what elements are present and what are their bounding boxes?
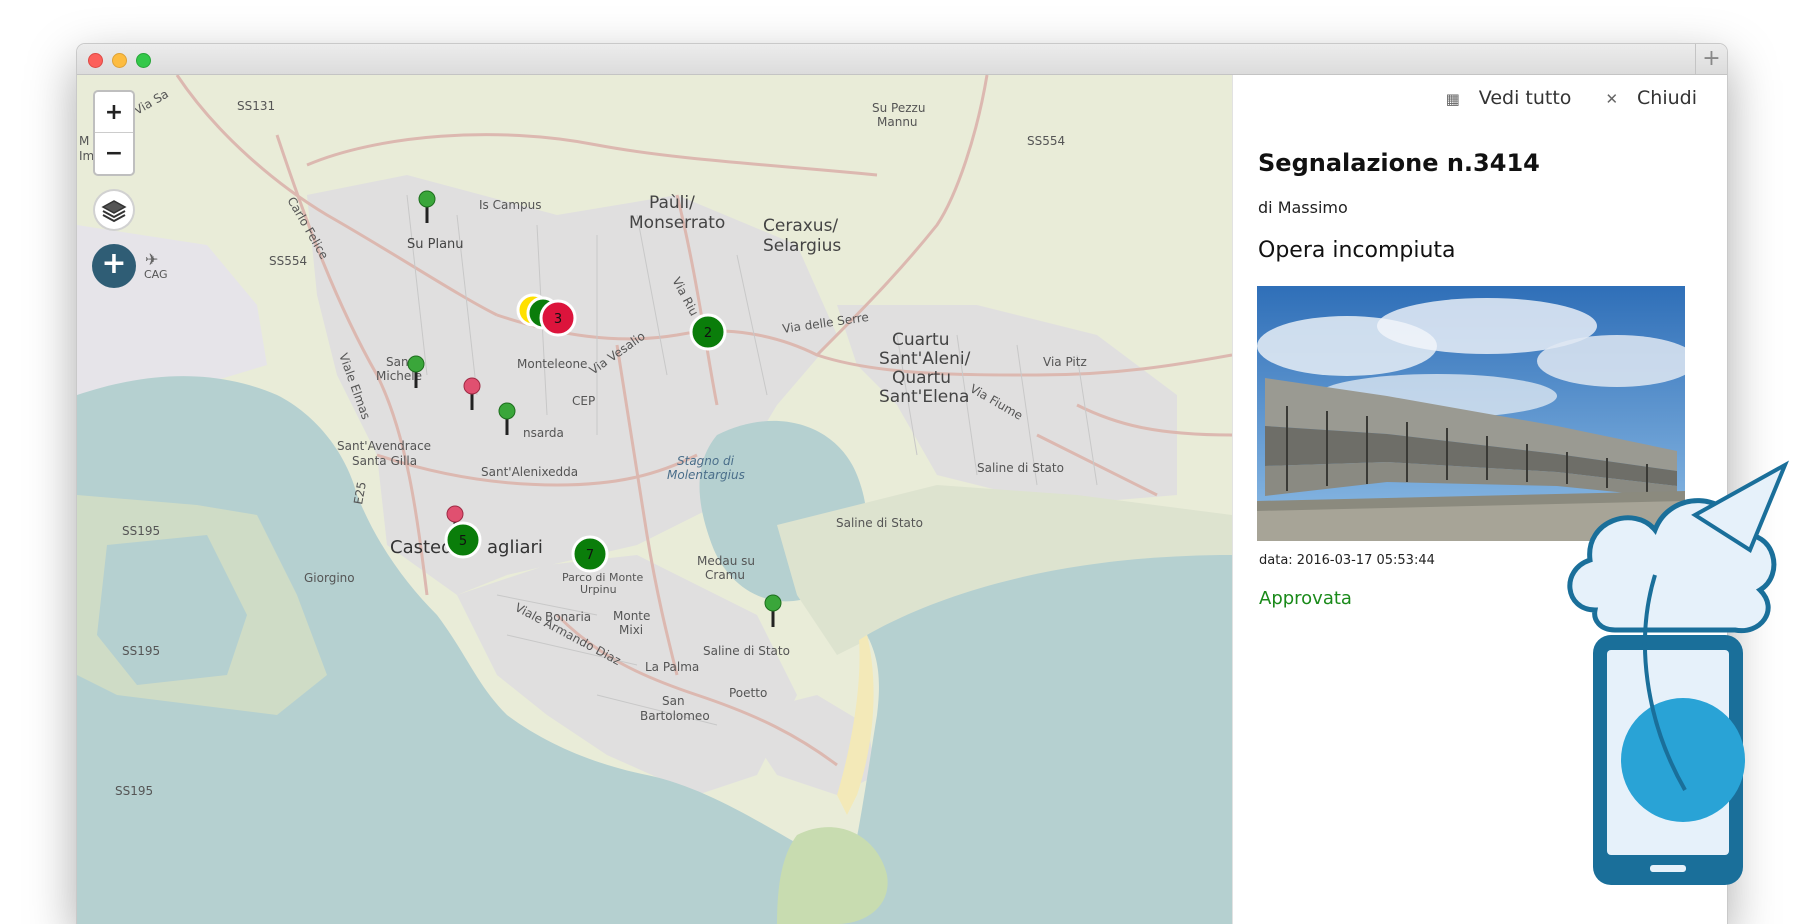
map-label: Molentargius bbox=[667, 468, 745, 482]
map-label: Mannu bbox=[877, 115, 918, 129]
map-view[interactable]: SS131 SS554 SS554 SS195 SS195 SS195 Carl… bbox=[77, 75, 1232, 924]
map-label: Stagno di bbox=[677, 454, 735, 468]
map-label: SS131 bbox=[237, 99, 275, 113]
map-label: Medau su bbox=[697, 554, 755, 568]
map-label: Urpinu bbox=[580, 583, 617, 596]
add-report-button[interactable]: + bbox=[92, 244, 136, 288]
map-label: SS195 bbox=[122, 524, 160, 538]
map-label: La Palma bbox=[645, 660, 699, 674]
map-label: Giorgino bbox=[304, 571, 355, 585]
zoom-out-button[interactable]: − bbox=[95, 133, 133, 174]
close-icon: ✕ bbox=[1605, 90, 1619, 108]
map-label: SS554 bbox=[1027, 134, 1065, 148]
map-label: Im bbox=[79, 149, 94, 163]
map-canvas[interactable]: SS131 SS554 SS554 SS195 SS195 SS195 Carl… bbox=[77, 75, 1232, 924]
map-label: Via Pitz bbox=[1043, 355, 1087, 369]
map-label: Is Campus bbox=[479, 198, 542, 212]
map-label: nsarda bbox=[523, 426, 564, 440]
map-label: CAG bbox=[144, 268, 168, 281]
map-label: Saline di Stato bbox=[703, 644, 790, 658]
map-label: Santa Gilla bbox=[352, 454, 417, 468]
map-label: San bbox=[386, 355, 409, 369]
map-label: Monserrato bbox=[629, 213, 725, 233]
map-label: Bartolomeo bbox=[640, 709, 710, 723]
map-label: Su Pezzu bbox=[872, 101, 925, 115]
map-label: Poetto bbox=[729, 686, 767, 700]
report-title: Segnalazione n.3414 bbox=[1258, 149, 1540, 177]
cluster-count: 5 bbox=[459, 534, 467, 549]
map-label: M bbox=[79, 134, 89, 148]
map-label: SS195 bbox=[115, 784, 153, 798]
map-label: Monte bbox=[613, 609, 650, 623]
map-label: SS554 bbox=[269, 254, 307, 268]
map-label: Sant'Avendrace bbox=[337, 439, 431, 453]
map-label: Monteleone bbox=[517, 357, 587, 371]
map-label: Paùli/ bbox=[649, 193, 695, 213]
layers-icon bbox=[101, 200, 127, 223]
map-label: CEP bbox=[572, 394, 595, 408]
cluster-count: 3 bbox=[554, 312, 562, 327]
maximize-window-button[interactable] bbox=[136, 53, 151, 68]
map-label: Mixi bbox=[619, 623, 643, 637]
cluster-marker[interactable]: 2 bbox=[689, 313, 727, 351]
app-logo bbox=[1555, 460, 1795, 900]
zoom-control: + − bbox=[93, 90, 135, 176]
layers-button[interactable] bbox=[93, 189, 135, 231]
map-label: Selargius bbox=[763, 236, 841, 256]
airport-icon: ✈ bbox=[145, 250, 158, 269]
close-label: Chiudi bbox=[1637, 87, 1697, 109]
view-all-link[interactable]: ▦ Vedi tutto bbox=[1432, 87, 1572, 109]
cluster-count: 2 bbox=[704, 326, 712, 341]
close-link[interactable]: ✕ Chiudi bbox=[1591, 87, 1697, 109]
map-label: San bbox=[662, 694, 685, 708]
map-label: Quartu bbox=[892, 368, 951, 388]
panel-actions: ▦ Vedi tutto ✕ Chiudi bbox=[1418, 87, 1697, 109]
map-label: Sant'Elena bbox=[879, 387, 969, 407]
view-all-label: Vedi tutto bbox=[1478, 87, 1572, 109]
map-label: Su Planu bbox=[407, 237, 464, 252]
cluster-marker[interactable]: 5 bbox=[444, 521, 482, 559]
logo-graphic bbox=[1567, 460, 1790, 885]
map-label: Sant'Aleni/ bbox=[879, 349, 971, 369]
report-author: di Massimo bbox=[1258, 198, 1348, 217]
cluster-marker[interactable]: 3 bbox=[539, 299, 577, 337]
map-label: SS195 bbox=[122, 644, 160, 658]
minimize-window-button[interactable] bbox=[112, 53, 127, 68]
report-category: Opera incompiuta bbox=[1258, 238, 1456, 263]
zoom-in-button[interactable]: + bbox=[95, 92, 133, 133]
cluster-count: 7 bbox=[586, 548, 594, 563]
cluster-marker[interactable]: 7 bbox=[571, 535, 609, 573]
map-label: agliari bbox=[487, 537, 543, 558]
map-label: Cuartu bbox=[892, 330, 950, 350]
map-label: Sant'Alenixedda bbox=[481, 465, 578, 479]
close-window-button[interactable] bbox=[88, 53, 103, 68]
list-icon: ▦ bbox=[1445, 90, 1460, 108]
browser-window: + SS131 SS554 SS554 SS195 SS195 SS195 Ca… bbox=[77, 44, 1727, 924]
map-label: Saline di Stato bbox=[836, 516, 923, 530]
map-label: Ceraxus/ bbox=[763, 216, 838, 236]
report-date: data: 2016-03-17 05:53:44 bbox=[1259, 553, 1435, 568]
report-status: Approvata bbox=[1259, 588, 1352, 609]
map-label: Saline di Stato bbox=[977, 461, 1064, 475]
title-bar: + bbox=[77, 44, 1727, 75]
new-tab-button[interactable]: + bbox=[1695, 44, 1727, 75]
map-label: Cramu bbox=[705, 568, 745, 582]
